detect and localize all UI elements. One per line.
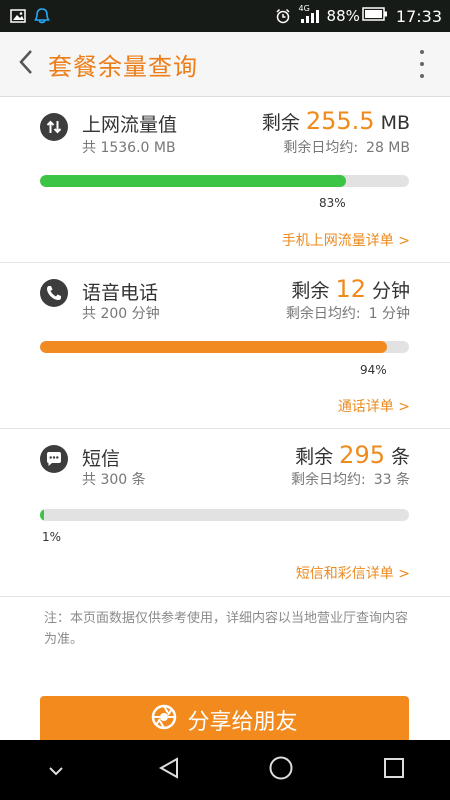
- remaining-amount: 剩余 12 分钟: [291, 275, 410, 303]
- signal-icon: 4G: [299, 4, 319, 24]
- back-button[interactable]: [6, 32, 46, 96]
- daily-average-label: 剩余日均约:: [291, 472, 366, 488]
- data-detail-link[interactable]: 手机上网流量详单 >: [282, 230, 410, 250]
- network-type-label: 4G: [298, 4, 310, 13]
- daily-average-value: 33 条: [373, 472, 410, 488]
- hide-nav-button[interactable]: [26, 740, 86, 800]
- home-nav-button[interactable]: [251, 740, 311, 800]
- data-usage-section: 上网流量值 共 1536.0 MB 剩余 255.5 MB 剩余日均约: 28 M…: [0, 97, 450, 263]
- section-total: 共 1536.0 MB: [82, 140, 176, 156]
- daily-average: 剩余日均约: 28 MB: [283, 137, 410, 157]
- daily-average: 剩余日均约: 33 条: [291, 469, 410, 489]
- status-bar: 4G 88% 17:33: [0, 0, 450, 32]
- circle-home-icon: [268, 755, 294, 785]
- daily-average-label: 剩余日均约:: [283, 140, 359, 156]
- usage-percent: 83%: [319, 196, 346, 210]
- updown-arrows-icon: [40, 113, 68, 141]
- phone-icon: [40, 279, 68, 307]
- more-dot-icon: [420, 62, 424, 66]
- more-dot-icon: [420, 50, 424, 54]
- usage-progress-bar: [40, 509, 409, 521]
- clock: 17:33: [395, 6, 442, 26]
- usage-progress-fill: [40, 509, 44, 521]
- app-bar: 套餐余量查询: [0, 32, 450, 97]
- usage-progress-bar: [40, 341, 409, 353]
- voice-usage-section: 语音电话 共 200 分钟 剩余 12 分钟 剩余日均约: 1 分钟 94% 通话…: [0, 263, 450, 429]
- daily-average-value: 1 分钟: [368, 306, 410, 322]
- sms-usage-section: 短信 共 300 条 剩余 295 条 剩余日均约: 33 条 1% 短信和彩信详…: [0, 429, 450, 597]
- recents-nav-button[interactable]: [364, 740, 424, 800]
- more-dot-icon: [420, 74, 424, 78]
- section-name: 上网流量值: [82, 114, 178, 136]
- remaining-amount: 剩余 295 条: [295, 441, 410, 469]
- more-options-button[interactable]: [412, 46, 432, 82]
- share-button-label: 分享给朋友: [187, 710, 298, 735]
- remaining-value: 295: [339, 441, 385, 469]
- call-detail-link[interactable]: 通话详单 >: [338, 396, 410, 416]
- gallery-icon: [10, 8, 26, 24]
- daily-average: 剩余日均约: 1 分钟: [286, 303, 410, 323]
- sms-detail-link[interactable]: 短信和彩信详单 >: [296, 563, 410, 583]
- remaining-amount: 剩余 255.5 MB: [262, 107, 410, 135]
- section-total: 共 200 分钟: [82, 306, 160, 322]
- battery-percent: 88%: [326, 7, 360, 25]
- remaining-label: 剩余: [261, 112, 300, 134]
- share-button[interactable]: 分享给朋友: [40, 696, 409, 744]
- battery-status: 88%: [327, 7, 388, 25]
- usage-progress-fill: [40, 175, 346, 187]
- battery-icon: [362, 7, 388, 25]
- page-title: 套餐余量查询: [48, 52, 198, 81]
- section-total: 共 300 条: [82, 472, 146, 488]
- triangle-back-icon: [157, 756, 181, 784]
- usage-percent: 94%: [360, 363, 387, 377]
- notification-app-icon: [34, 8, 50, 24]
- remaining-value: 255.5: [305, 107, 375, 135]
- usage-progress-bar: [40, 175, 409, 187]
- back-arrow-icon: [18, 49, 34, 79]
- square-recents-icon: [383, 757, 405, 783]
- usage-progress-fill: [40, 341, 387, 353]
- remaining-label: 剩余: [291, 280, 330, 302]
- section-name: 语音电话: [82, 282, 159, 304]
- daily-average-label: 剩余日均约:: [285, 306, 361, 322]
- remaining-unit: MB: [380, 112, 410, 134]
- system-navigation-bar: [0, 740, 450, 800]
- daily-average-value: 28 MB: [366, 140, 410, 156]
- remaining-label: 剩余: [295, 446, 334, 468]
- chevron-down-icon: [48, 761, 64, 780]
- usage-percent: 1%: [42, 530, 62, 544]
- chat-bubble-icon: [40, 445, 68, 473]
- remaining-unit: 分钟: [371, 280, 410, 302]
- aperture-icon: [151, 704, 177, 736]
- alarm-icon: [275, 8, 291, 24]
- disclaimer-note: 注：本页面数据仅供参考使用，详细内容以当地营业厅查询内容为准。: [44, 611, 409, 647]
- remaining-unit: 条: [390, 446, 410, 468]
- remaining-value: 12: [335, 275, 366, 303]
- section-name: 短信: [82, 448, 121, 470]
- back-nav-button[interactable]: [139, 740, 199, 800]
